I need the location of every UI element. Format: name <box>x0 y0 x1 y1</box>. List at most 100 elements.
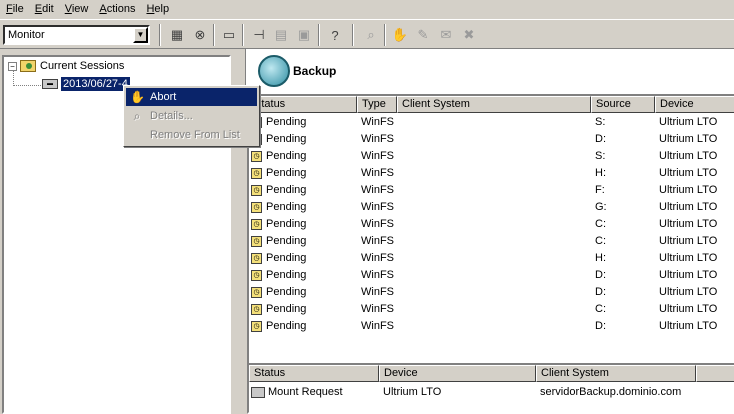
cell-device: Ultrium LTO <box>383 386 442 398</box>
cell-device: Ultrium LTO <box>659 218 718 230</box>
pending-icon: ◷ <box>251 304 262 315</box>
menu-view[interactable]: View <box>59 0 94 19</box>
sessions-icon[interactable]: ▦ <box>168 26 186 44</box>
mail-icon[interactable]: ✉ <box>437 26 455 44</box>
delete-icon[interactable]: ✖ <box>460 26 478 44</box>
toolbar-separator <box>159 24 161 46</box>
cell-type: WinFS <box>361 286 394 298</box>
cell-device: Ultrium LTO <box>659 303 718 315</box>
column-type[interactable]: Type <box>357 96 397 113</box>
pending-icon: ◷ <box>251 168 262 179</box>
view-select-value: Monitor <box>8 29 45 41</box>
menu-item-label: Details... <box>150 110 193 122</box>
toolbar-separator <box>213 24 215 46</box>
cell-device: Ultrium LTO <box>659 269 718 281</box>
cell-device: Ultrium LTO <box>659 150 718 162</box>
window-icon[interactable]: ▭ <box>220 26 238 44</box>
cell-source: S: <box>595 150 606 162</box>
tape-icon <box>251 387 265 398</box>
menu-item-abort[interactable]: ✋ Abort <box>126 88 257 106</box>
cell-status: Pending <box>266 201 307 213</box>
grid-icon[interactable]: ▤ <box>272 26 290 44</box>
pin-icon[interactable]: ⊣ <box>250 26 268 44</box>
help-icon[interactable]: ? <box>326 26 344 44</box>
column-status[interactable]: Status <box>249 365 379 382</box>
pending-icon: ◷ <box>251 202 262 213</box>
cell-device: Ultrium LTO <box>659 133 718 145</box>
table-row[interactable]: ◷ Pending WinFS H: Ultrium LTO <box>249 250 734 267</box>
tree-item-session[interactable]: ▬ 2013/06/27-4 <box>42 77 130 91</box>
column-client-system[interactable]: Client System <box>397 96 591 113</box>
cell-status: Pending <box>266 184 307 196</box>
cell-status: Pending <box>266 269 307 281</box>
cell-source: H: <box>595 252 606 264</box>
cell-type: WinFS <box>361 201 394 213</box>
cell-device: Ultrium LTO <box>659 235 718 247</box>
edit-icon[interactable]: ✎ <box>414 26 432 44</box>
menu-help[interactable]: Help <box>140 0 174 19</box>
menu-item-label: Abort <box>150 91 177 103</box>
table-row[interactable]: ◷PendingWinFSS:Ultrium LTO <box>249 148 734 165</box>
cell-status: Pending <box>266 218 307 230</box>
table-row[interactable]: ◷ Pending WinFS C: Ultrium LTO <box>249 301 734 318</box>
cell-source: C: <box>595 235 606 247</box>
menu-item-label: Remove From List <box>150 129 240 141</box>
table-row[interactable]: Mount Request Ultrium LTO servidorBackup… <box>249 384 734 401</box>
menu-bar: File Edit View Actions Help <box>0 0 734 19</box>
column-empty <box>696 365 734 382</box>
context-menu: ✋ Abort ⌕ Details... Remove From List <box>123 85 260 147</box>
table-row[interactable]: ◷ Pending WinFS C: Ultrium LTO <box>249 233 734 250</box>
pending-icon: ◷ <box>251 219 262 230</box>
collapse-icon[interactable]: − <box>8 61 17 71</box>
table-row[interactable]: ◷PendingWinFSD:Ultrium LTO <box>249 318 734 335</box>
table-row[interactable]: ◷ Pending WinFS G: Ultrium LTO <box>249 199 734 216</box>
cell-device: Ultrium LTO <box>659 201 718 213</box>
cell-device: Ultrium LTO <box>659 252 718 264</box>
menu-item-remove-from-list[interactable]: Remove From List <box>126 126 257 144</box>
column-source[interactable]: Source <box>591 96 655 113</box>
cell-source: H: <box>595 167 606 179</box>
cell-type: WinFS <box>361 150 394 162</box>
tree-root-label: Current Sessions <box>40 60 125 72</box>
clipboard-icon[interactable]: ▣ <box>295 26 313 44</box>
table-row[interactable]: ◷PendingWinFSD:Ultrium LTO <box>249 284 734 301</box>
view-select[interactable]: Monitor ▼ <box>3 25 150 45</box>
cell-status: Pending <box>266 303 307 315</box>
column-status[interactable]: Status <box>249 96 357 113</box>
table-row[interactable]: ◷PendingWinFSS:Ultrium LTO <box>249 114 734 131</box>
cell-source: D: <box>595 286 606 298</box>
tree-connector <box>13 71 14 86</box>
stop-icon[interactable]: ⊗ <box>191 26 209 44</box>
column-client-system[interactable]: Client System <box>536 365 696 382</box>
objects-list: Status Type Client System Source Device … <box>247 94 734 402</box>
chevron-down-icon[interactable]: ▼ <box>133 27 148 43</box>
menu-actions[interactable]: Actions <box>93 0 140 19</box>
cell-source: D: <box>595 269 606 281</box>
cell-source: C: <box>595 218 606 230</box>
table-row[interactable]: ◷ Pending WinFS H: Ultrium LTO <box>249 165 734 182</box>
toolbar-separator <box>384 24 386 46</box>
hand-icon[interactable]: ✋ <box>391 26 409 44</box>
cell-device: Ultrium LTO <box>659 286 718 298</box>
table-row[interactable]: ◷ Pending WinFS C: Ultrium LTO <box>249 216 734 233</box>
search-icon[interactable]: ⌕ <box>362 26 380 44</box>
cell-source: D: <box>595 320 606 332</box>
session-label: 2013/06/27-4 <box>61 77 130 91</box>
cell-status: Mount Request <box>268 386 343 398</box>
tree-item-current-sessions[interactable]: − Current Sessions <box>8 60 124 72</box>
cell-status: Pending <box>266 286 307 298</box>
pending-icon: ◷ <box>251 253 262 264</box>
cell-source: G: <box>595 201 607 213</box>
cell-source: S: <box>595 116 606 128</box>
menu-file[interactable]: File <box>0 0 29 19</box>
table-row[interactable]: ◷PendingWinFSD:Ultrium LTO <box>249 267 734 284</box>
magnifier-icon: ⌕ <box>133 109 141 123</box>
menu-item-details[interactable]: ⌕ Details... <box>126 107 257 125</box>
cell-status: Pending <box>266 167 307 179</box>
column-device[interactable]: Device <box>655 96 734 113</box>
table-row[interactable]: ◷PendingWinFSD:Ultrium LTO <box>249 131 734 148</box>
menu-edit[interactable]: Edit <box>29 0 59 19</box>
detail-header: Backup <box>245 49 734 94</box>
column-device[interactable]: Device <box>379 365 536 382</box>
table-row[interactable]: ◷ Pending WinFS F: Ultrium LTO <box>249 182 734 199</box>
